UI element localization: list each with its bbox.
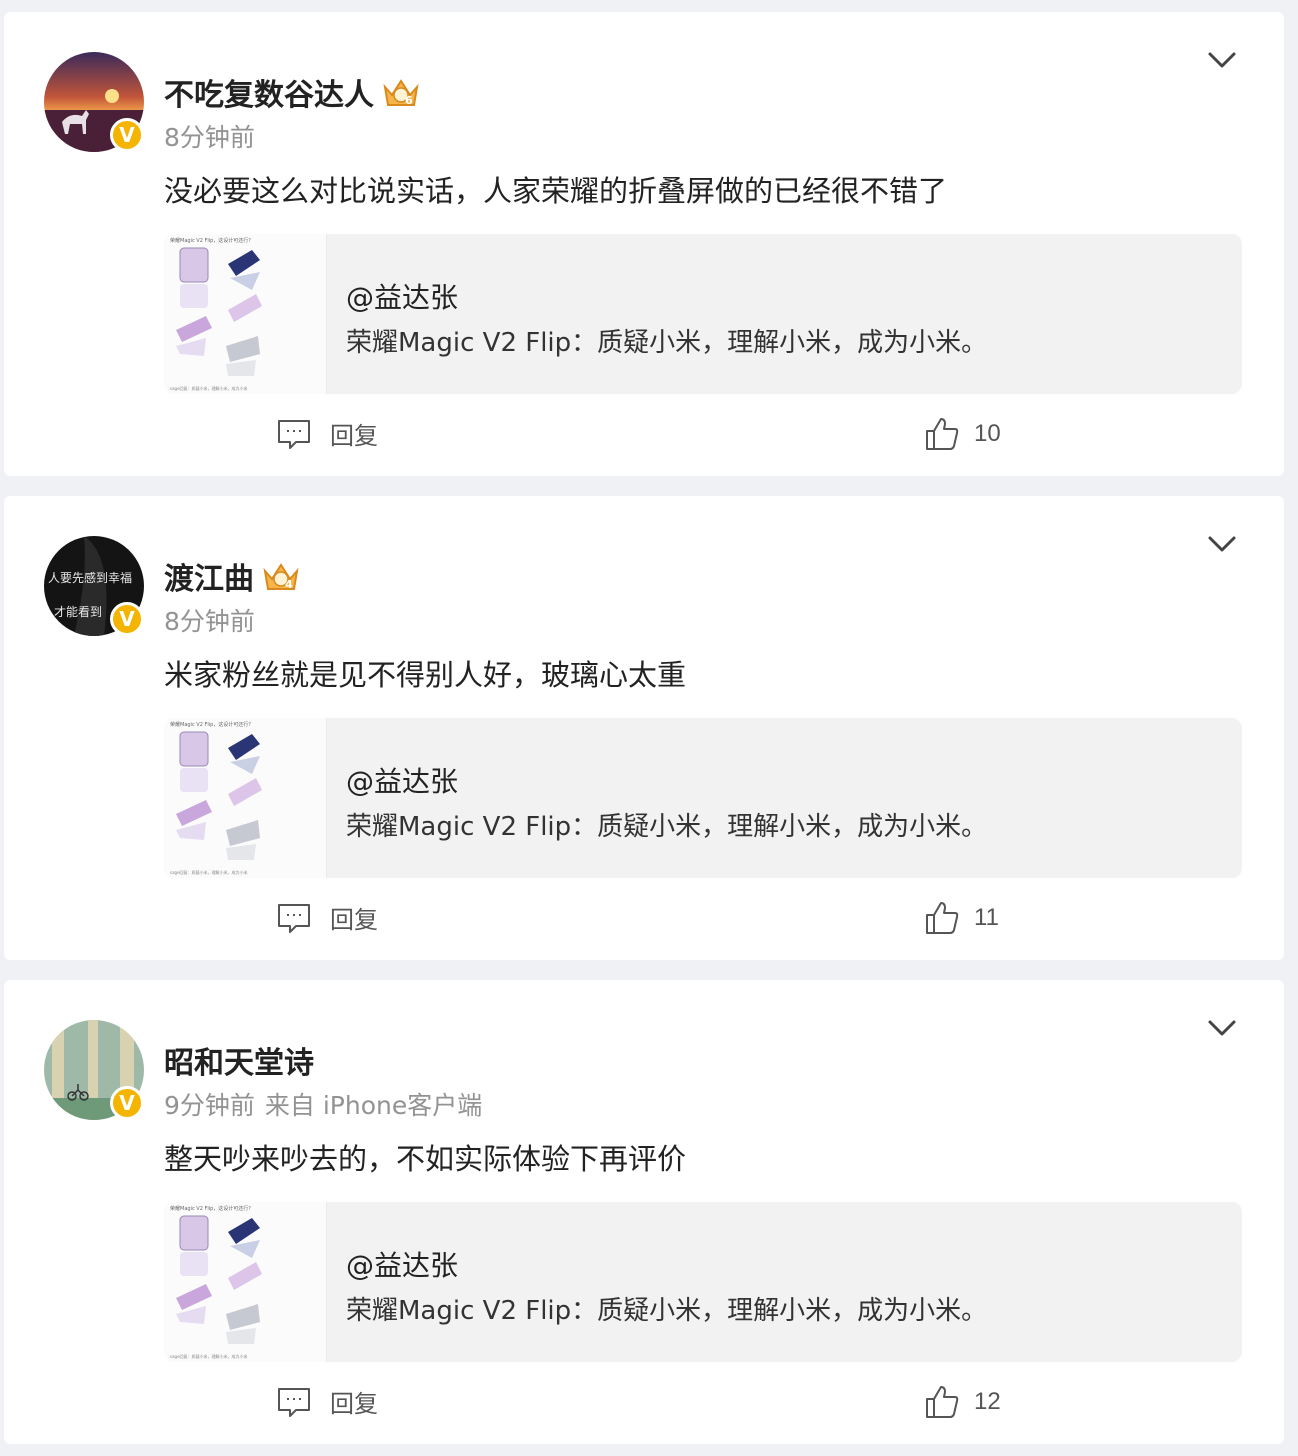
- comment-text: 米家粉丝就是见不得别人好，玻璃心太重: [164, 658, 687, 692]
- reply-button[interactable]: 回复: [276, 900, 378, 935]
- quoted-author-link[interactable]: @益达张: [346, 760, 458, 800]
- like-button[interactable]: 10: [924, 416, 1001, 452]
- svg-text:sage回复：质疑小米，理解小米，成为小米: sage回复：质疑小米，理解小米，成为小米: [170, 869, 248, 875]
- comment-card: 人要先感到幸福 才能看到 V 渡江曲 4 8分钟前 米家粉丝就是见不得别人好，玻…: [4, 496, 1284, 960]
- timestamp: 8分钟前: [164, 607, 255, 636]
- username-label: 昭和天堂诗: [164, 1046, 314, 1081]
- quoted-post-text: 荣耀Magic V2 Flip：质疑小米，理解小米，成为小米。: [346, 1296, 988, 1326]
- thumbs-up-icon: [926, 1386, 959, 1418]
- username-label: 渡江曲: [164, 562, 254, 597]
- comment-meta: 8分钟前: [164, 118, 255, 154]
- comment-bubble-icon: [278, 903, 310, 933]
- like-button[interactable]: 12: [924, 1384, 1001, 1420]
- svg-text:人要先感到幸福: 人要先感到幸福: [48, 570, 132, 585]
- quoted-post[interactable]: 荣耀Magic V2 Flip，这设计可还行？ sage回复：质疑小米，理解小米…: [164, 718, 1242, 878]
- verified-badge-icon: V: [110, 602, 144, 636]
- comment-card: V 不吃复数谷达人 6 8分钟前 没必要这么对比说实话，人家荣耀的折叠屏做的已经…: [4, 12, 1284, 476]
- like-count: 10: [974, 420, 1001, 447]
- quoted-post[interactable]: 荣耀Magic V2 Flip，这设计可还行？ sage回复：质疑小米，理解小米…: [164, 234, 1242, 394]
- username[interactable]: 昭和天堂诗: [164, 1038, 314, 1082]
- svg-text:才能看到: 才能看到: [54, 605, 102, 619]
- svg-text:sage回复：质疑小米，理解小米，成为小米: sage回复：质疑小米，理解小米，成为小米: [170, 1353, 248, 1359]
- username-label: 不吃复数谷达人: [164, 78, 374, 113]
- timestamp: 9分钟前: [164, 1091, 255, 1120]
- thumbs-up-icon: [926, 418, 959, 450]
- timestamp: 8分钟前: [164, 123, 255, 152]
- comment-meta: 8分钟前: [164, 602, 255, 638]
- comment-meta: 9分钟前 来自 iPhone客户端: [164, 1086, 482, 1122]
- reply-label: 回复: [330, 1390, 378, 1418]
- quoted-post-text: 荣耀Magic V2 Flip：质疑小米，理解小米，成为小米。: [346, 812, 988, 842]
- username[interactable]: 不吃复数谷达人 6: [164, 70, 420, 114]
- svg-text:sage回复：质疑小米，理解小米，成为小米: sage回复：质疑小米，理解小米，成为小米: [170, 385, 248, 391]
- like-count: 11: [974, 904, 999, 931]
- chevron-down-icon[interactable]: [1204, 526, 1240, 562]
- quoted-post-thumbnail[interactable]: 荣耀Magic V2 Flip，这设计可还行？ sage回复：质疑小米，理解小米…: [164, 1202, 327, 1362]
- like-button[interactable]: 11: [924, 900, 999, 936]
- svg-text:荣耀Magic V2 Flip，这设计可还行？: 荣耀Magic V2 Flip，这设计可还行？: [170, 721, 253, 728]
- quoted-post-thumbnail[interactable]: 荣耀Magic V2 Flip，这设计可还行？ sage回复：质疑小米，理解小米…: [164, 234, 327, 394]
- comment-text: 整天吵来吵去的，不如实际体验下再评价: [164, 1142, 687, 1176]
- comment-feed: V 不吃复数谷达人 6 8分钟前 没必要这么对比说实话，人家荣耀的折叠屏做的已经…: [0, 0, 1298, 1456]
- source-label: 来自 iPhone客户端: [264, 1091, 483, 1120]
- crown-badge-icon: 4: [263, 563, 299, 591]
- like-count: 12: [974, 1388, 1001, 1415]
- comment-bubble-icon: [278, 1387, 310, 1417]
- thumbs-up-icon: [926, 902, 959, 934]
- verified-badge-icon: V: [110, 118, 144, 152]
- quoted-post[interactable]: 荣耀Magic V2 Flip，这设计可还行？ sage回复：质疑小米，理解小米…: [164, 1202, 1242, 1362]
- quoted-post-thumbnail[interactable]: 荣耀Magic V2 Flip，这设计可还行？ sage回复：质疑小米，理解小米…: [164, 718, 327, 878]
- chevron-down-icon[interactable]: [1204, 42, 1240, 78]
- reply-label: 回复: [330, 422, 378, 450]
- quoted-author-link[interactable]: @益达张: [346, 1244, 458, 1284]
- svg-text:荣耀Magic V2 Flip，这设计可还行？: 荣耀Magic V2 Flip，这设计可还行？: [170, 1205, 253, 1212]
- crown-badge-icon: 6: [383, 79, 419, 107]
- username[interactable]: 渡江曲 4: [164, 554, 300, 598]
- verified-badge-icon: V: [110, 1086, 144, 1120]
- reply-button[interactable]: 回复: [276, 1384, 378, 1419]
- quoted-post-text: 荣耀Magic V2 Flip：质疑小米，理解小米，成为小米。: [346, 328, 988, 358]
- svg-text:4: 4: [285, 578, 293, 591]
- comment-card: V 昭和天堂诗 9分钟前 来自 iPhone客户端 整天吵来吵去的，不如实际体验下…: [4, 980, 1284, 1444]
- comment-text: 没必要这么对比说实话，人家荣耀的折叠屏做的已经很不错了: [164, 174, 948, 208]
- reply-label: 回复: [330, 906, 378, 934]
- svg-text:6: 6: [405, 94, 413, 107]
- quoted-author-link[interactable]: @益达张: [346, 276, 458, 316]
- comment-bubble-icon: [278, 419, 310, 449]
- reply-button[interactable]: 回复: [276, 416, 378, 451]
- svg-text:荣耀Magic V2 Flip，这设计可还行？: 荣耀Magic V2 Flip，这设计可还行？: [170, 237, 253, 244]
- chevron-down-icon[interactable]: [1204, 1010, 1240, 1046]
